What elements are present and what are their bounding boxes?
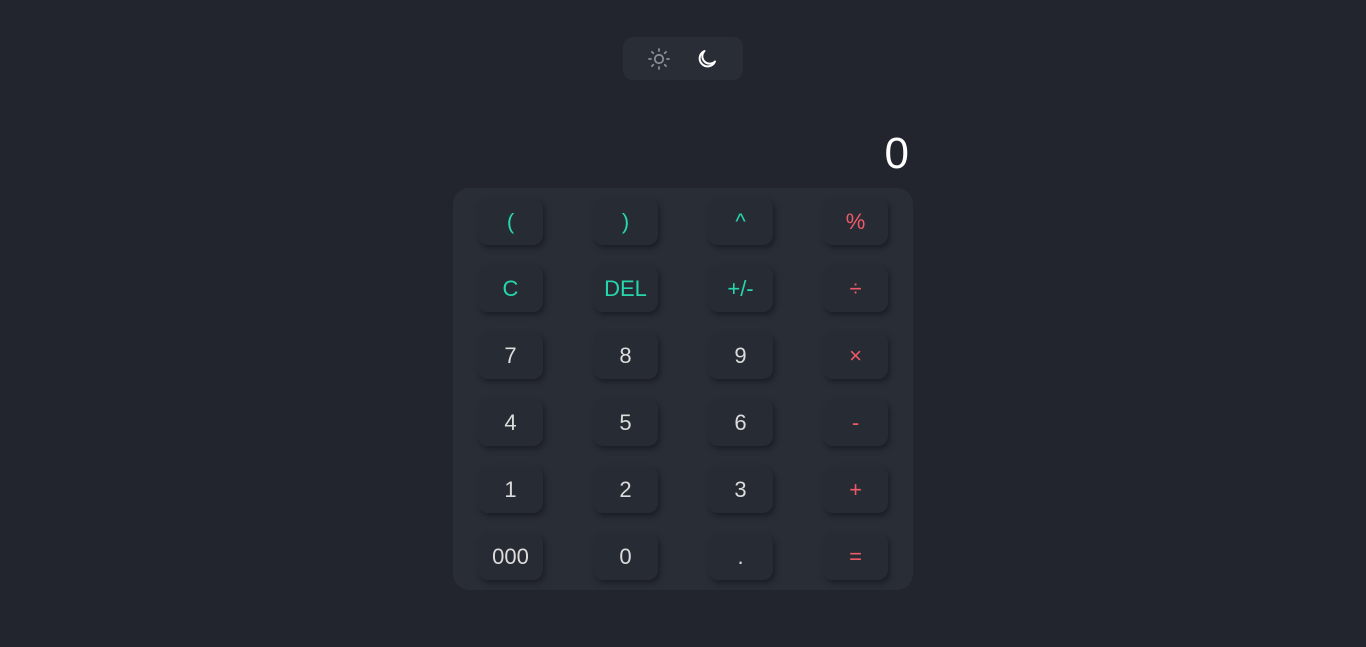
digit-4-button[interactable]: 4 [478, 399, 543, 446]
triple-zero-button[interactable]: 000 [478, 533, 543, 580]
keypad-grid: ( ) ^ % C DEL +/- ÷ 7 8 9 × 4 5 6 - 1 2 … [478, 198, 888, 580]
dark-theme-button[interactable] [693, 45, 721, 73]
clear-button[interactable]: C [478, 265, 543, 312]
digit-9-button[interactable]: 9 [708, 332, 773, 379]
power-button[interactable]: ^ [708, 198, 773, 245]
digit-0-button[interactable]: 0 [593, 533, 658, 580]
theme-toggle [623, 37, 743, 80]
keypad: ( ) ^ % C DEL +/- ÷ 7 8 9 × 4 5 6 - 1 2 … [453, 188, 913, 590]
calculator-app: 0 ( ) ^ % C DEL +/- ÷ 7 8 9 × 4 5 6 - 1 … [0, 0, 1366, 647]
decimal-point-button[interactable]: . [708, 533, 773, 580]
negate-button[interactable]: +/- [708, 265, 773, 312]
equals-button[interactable]: = [823, 533, 888, 580]
percent-button[interactable]: % [823, 198, 888, 245]
close-paren-button[interactable]: ) [593, 198, 658, 245]
calculator-display: 0 [884, 129, 909, 178]
digit-8-button[interactable]: 8 [593, 332, 658, 379]
digit-7-button[interactable]: 7 [478, 332, 543, 379]
digit-3-button[interactable]: 3 [708, 466, 773, 513]
digit-1-button[interactable]: 1 [478, 466, 543, 513]
subtract-button[interactable]: - [823, 399, 888, 446]
open-paren-button[interactable]: ( [478, 198, 543, 245]
moon-icon [695, 47, 719, 71]
digit-2-button[interactable]: 2 [593, 466, 658, 513]
delete-button[interactable]: DEL [593, 265, 658, 312]
add-button[interactable]: + [823, 466, 888, 513]
light-theme-button[interactable] [645, 45, 673, 73]
digit-5-button[interactable]: 5 [593, 399, 658, 446]
sun-icon [647, 47, 671, 71]
divide-button[interactable]: ÷ [823, 265, 888, 312]
digit-6-button[interactable]: 6 [708, 399, 773, 446]
multiply-button[interactable]: × [823, 332, 888, 379]
